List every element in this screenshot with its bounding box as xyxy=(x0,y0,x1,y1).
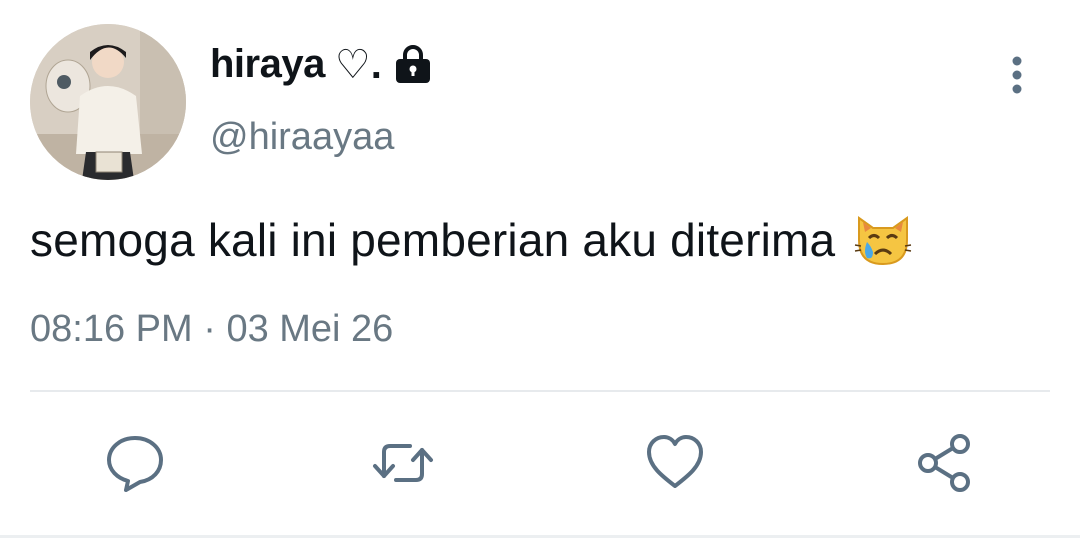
crying-cat-face-icon xyxy=(853,210,913,270)
display-name[interactable]: hiraya xyxy=(210,42,325,87)
action-bar xyxy=(0,430,1080,500)
bottom-divider xyxy=(0,535,1080,538)
avatar[interactable] xyxy=(30,24,186,180)
retweet-icon[interactable] xyxy=(370,430,436,496)
lock-icon xyxy=(392,44,434,86)
share-icon[interactable] xyxy=(912,430,978,496)
tweet-time: 08:16 PM xyxy=(30,308,193,350)
author-handle[interactable]: @hiraayaa xyxy=(210,116,394,159)
heart-icon[interactable] xyxy=(642,430,708,496)
reply-icon[interactable] xyxy=(102,430,168,496)
divider xyxy=(30,390,1050,392)
tweet-date: 03 Mei 26 xyxy=(226,308,394,350)
timestamp-separator: · xyxy=(203,308,216,350)
more-vertical-icon[interactable] xyxy=(1000,54,1034,96)
tweet-text: semoga kali ini pemberian aku diterima xyxy=(30,210,913,270)
author-name-row: hiraya ♡. xyxy=(210,42,434,87)
tweet-body: semoga kali ini pemberian aku diterima xyxy=(30,214,836,266)
tweet-timestamp[interactable]: 08:16 PM · 03 Mei 26 xyxy=(30,308,393,351)
name-suffix: ♡. xyxy=(334,42,382,87)
